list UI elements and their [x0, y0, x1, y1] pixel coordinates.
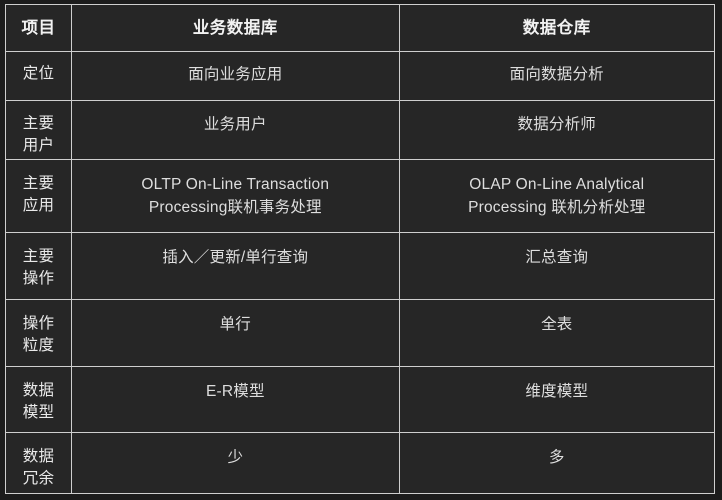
table-header: 项目 业务数据库 数据仓库: [4, 4, 716, 52]
table-row: 主要 用户 业务用户 数据分析师: [4, 100, 716, 160]
row-label-text: 操作 粒度: [22, 315, 55, 354]
row-label-cell: 主要 操作: [4, 232, 73, 300]
row-value-operational: OLTP On-Line Transaction Processing联机事务处…: [71, 159, 400, 233]
row-value-warehouse-text: OLAP On-Line Analytical Processing 联机分析处…: [468, 176, 646, 217]
row-value-operational: 单行: [71, 299, 400, 367]
row-label-cell: 操作 粒度: [4, 299, 73, 367]
row-label-cell: 定位: [4, 51, 73, 101]
row-value-warehouse: 汇总查询: [398, 232, 716, 300]
comparison-table: 项目 业务数据库 数据仓库 定位 面向业务应用 面向数据分析 主要 用户 业务用…: [4, 4, 716, 494]
column-header-item-label: 项目: [21, 18, 56, 37]
row-value-warehouse: 全表: [398, 299, 716, 367]
row-value-warehouse-text: 维度模型: [525, 383, 589, 400]
row-value-operational: 业务用户: [71, 100, 400, 160]
table-body: 定位 面向业务应用 面向数据分析 主要 用户 业务用户 数据分析师 主要 应用 …: [4, 51, 716, 494]
row-value-operational-text: 业务用户: [203, 116, 267, 133]
row-label-text: 主要 用户: [22, 115, 55, 154]
table-row: 数据 冗余 少 多: [4, 432, 716, 494]
row-value-operational: 插入／更新/单行查询: [71, 232, 400, 300]
column-header-operational-database: 业务数据库: [71, 4, 400, 52]
table-header-row: 项目 业务数据库 数据仓库: [4, 4, 716, 52]
row-value-operational: E-R模型: [71, 366, 400, 433]
row-value-warehouse: 维度模型: [398, 366, 716, 433]
comparison-table-container: 项目 业务数据库 数据仓库 定位 面向业务应用 面向数据分析 主要 用户 业务用…: [4, 4, 716, 494]
row-value-operational-text: 面向业务应用: [188, 66, 283, 83]
row-value-warehouse-text: 面向数据分析: [509, 66, 604, 83]
row-label-text: 数据 冗余: [22, 448, 55, 487]
row-label-text: 数据 模型: [22, 382, 55, 421]
row-value-operational-text: OLTP On-Line Transaction Processing联机事务处…: [141, 176, 330, 217]
row-value-operational-text: 单行: [219, 316, 251, 333]
column-header-operational-database-label: 业务数据库: [192, 18, 278, 37]
row-label-cell: 数据 冗余: [4, 432, 73, 494]
row-value-warehouse: 多: [398, 432, 716, 494]
table-row: 主要 应用 OLTP On-Line Transaction Processin…: [4, 159, 716, 233]
row-value-warehouse-text: 多: [548, 449, 565, 466]
row-value-warehouse: 数据分析师: [398, 100, 716, 160]
row-value-operational-text: 插入／更新/单行查询: [162, 249, 309, 266]
row-value-warehouse-text: 全表: [541, 316, 573, 333]
row-label-cell: 主要 用户: [4, 100, 73, 160]
row-value-operational-text: E-R模型: [205, 383, 265, 400]
row-value-warehouse-text: 汇总查询: [525, 249, 589, 266]
row-label-cell: 数据 模型: [4, 366, 73, 433]
row-value-operational: 少: [71, 432, 400, 494]
row-value-warehouse: OLAP On-Line Analytical Processing 联机分析处…: [398, 159, 716, 233]
row-value-operational-text: 少: [227, 449, 244, 466]
column-header-data-warehouse-label: 数据仓库: [522, 18, 591, 37]
page-root: 项目 业务数据库 数据仓库 定位 面向业务应用 面向数据分析 主要 用户 业务用…: [0, 0, 722, 500]
row-label-text: 主要 应用: [22, 175, 55, 214]
row-value-warehouse: 面向数据分析: [398, 51, 716, 101]
table-row: 数据 模型 E-R模型 维度模型: [4, 366, 716, 433]
table-row: 操作 粒度 单行 全表: [4, 299, 716, 367]
column-header-data-warehouse: 数据仓库: [398, 4, 716, 52]
row-label-cell: 主要 应用: [4, 159, 73, 233]
row-value-warehouse-text: 数据分析师: [517, 116, 597, 133]
table-row: 定位 面向业务应用 面向数据分析: [4, 51, 716, 101]
row-value-operational: 面向业务应用: [71, 51, 400, 101]
table-row: 主要 操作 插入／更新/单行查询 汇总查询: [4, 232, 716, 300]
row-label-text: 定位: [22, 65, 55, 82]
row-label-text: 主要 操作: [22, 248, 55, 287]
column-header-item: 项目: [4, 4, 73, 52]
